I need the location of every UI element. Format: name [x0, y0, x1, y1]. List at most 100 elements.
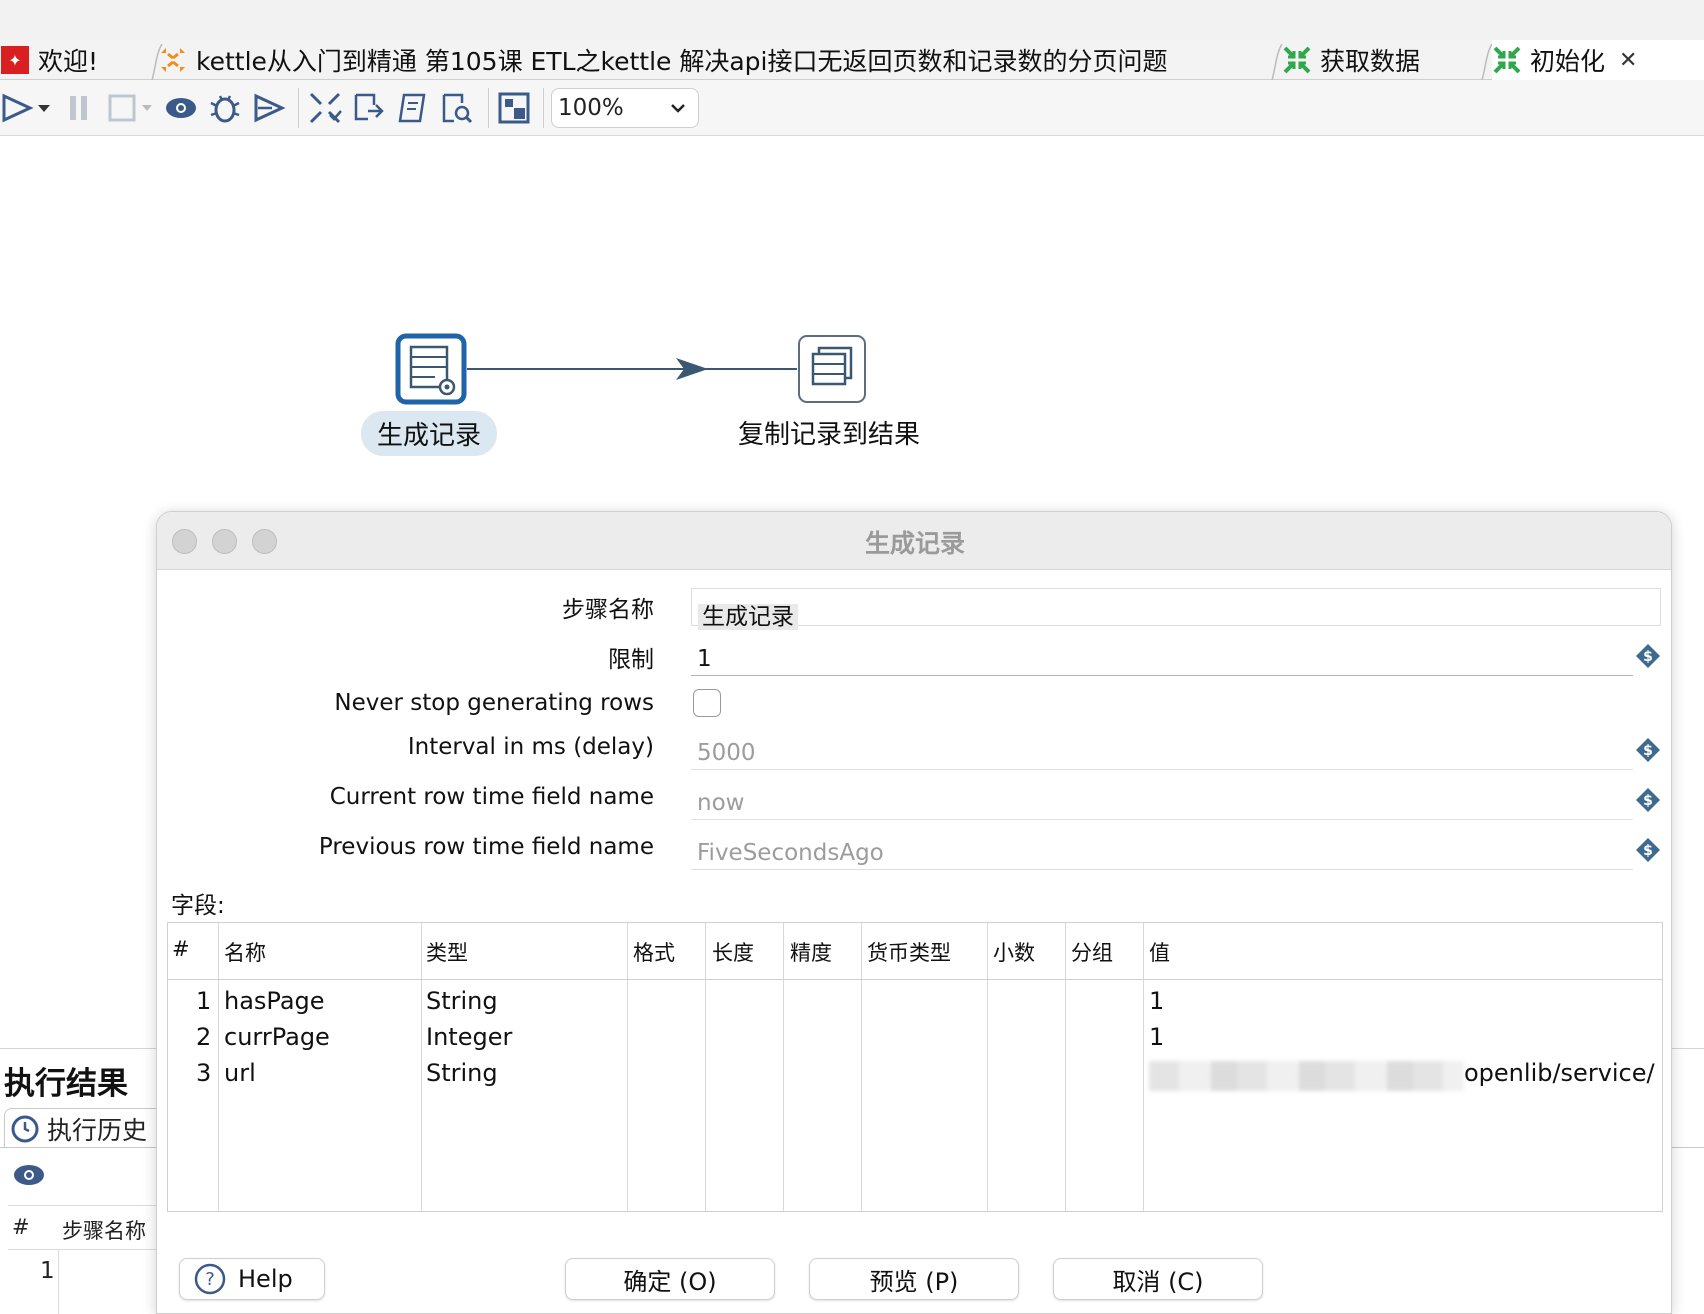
tab-label: 执行历史 [47, 1115, 148, 1145]
current-row-time-input[interactable]: now [691, 782, 1633, 820]
field-name-cell[interactable]: currPage [224, 1023, 330, 1051]
row-number: 2 [196, 1023, 212, 1051]
field-name-cell[interactable]: hasPage [224, 987, 325, 1015]
svg-text:$: $ [1643, 649, 1653, 665]
zoom-value: 100% [558, 95, 624, 121]
previous-row-time-input[interactable]: FiveSecondsAgo [691, 832, 1633, 870]
tab-close-icon[interactable]: ✕ [1619, 48, 1637, 73]
column-header[interactable]: 名称 [224, 937, 266, 967]
verify-icon[interactable] [308, 91, 342, 125]
limit-input[interactable]: 1 [691, 638, 1633, 676]
impact-icon[interactable] [352, 91, 386, 125]
tab-get-data[interactable]: 获取数据 [1282, 40, 1482, 80]
table-row[interactable]: 2 currPage Integer 1 [168, 1023, 1662, 1059]
tab-job-lesson-105[interactable]: kettle从入门到精通 第105课 ETL之kettle 解决api接口无返回… [158, 40, 1274, 80]
column-header[interactable]: 货币类型 [867, 937, 951, 967]
job-icon [161, 48, 185, 72]
help-button-label: Help [238, 1265, 293, 1293]
window-top-strip [0, 0, 1704, 40]
variable-icon[interactable]: $ [1635, 643, 1661, 669]
field-type-cell[interactable]: String [426, 987, 498, 1015]
tab-bar: ✦ 欢迎! kettle从入门到精通 第105课 ETL之kettle 解决ap… [0, 40, 1704, 80]
variable-icon[interactable]: $ [1635, 837, 1661, 863]
results-column-line [58, 1250, 59, 1314]
step-label-generate-rows[interactable]: 生成记录 [361, 411, 498, 456]
svg-text:$: $ [1643, 843, 1653, 859]
column-header[interactable]: 格式 [633, 937, 675, 967]
stop-dropdown-icon[interactable] [140, 91, 154, 125]
row-number: 3 [196, 1059, 212, 1087]
step-name-input[interactable]: 生成记录 [691, 588, 1661, 630]
column-header[interactable]: # [172, 937, 190, 961]
previous-row-time-label: Previous row time field name [318, 834, 654, 860]
preview-icon[interactable] [12, 1163, 46, 1187]
tab-label: 获取数据 [1320, 47, 1421, 76]
run-icon[interactable] [0, 91, 34, 125]
toolbar: 100% [0, 80, 1704, 136]
toolbar-separator [543, 88, 544, 128]
tab-execution-history[interactable]: 执行历史 [4, 1108, 164, 1148]
tab-welcome[interactable]: ✦ 欢迎! [0, 40, 150, 80]
transformation-icon [1283, 46, 1311, 74]
field-type-cell[interactable]: Integer [426, 1023, 512, 1051]
preview-button[interactable]: 预览 (P) [809, 1258, 1019, 1300]
run-dropdown-icon[interactable] [36, 91, 52, 125]
column-header[interactable]: 类型 [426, 937, 468, 967]
svg-text:$: $ [1643, 743, 1653, 759]
tab-init[interactable]: 初始化 ✕ [1492, 40, 1704, 80]
tab-label: kettle从入门到精通 第105课 ETL之kettle 解决api接口无返回… [196, 47, 1168, 76]
field-name-cell[interactable]: url [224, 1059, 256, 1087]
table-row[interactable]: 3 url String openlib/service/ [168, 1059, 1662, 1095]
welcome-icon: ✦ [1, 46, 29, 74]
never-stop-checkbox[interactable] [693, 689, 721, 717]
column-header[interactable]: 值 [1149, 937, 1170, 967]
chevron-down-icon [666, 96, 690, 120]
field-value-cell[interactable]: openlib/service/ [1464, 1059, 1655, 1087]
variable-icon[interactable]: $ [1635, 787, 1661, 813]
results-panel-title: 执行结果 [4, 1066, 128, 1102]
svg-text:✦: ✦ [8, 51, 21, 70]
column-header[interactable]: 分组 [1071, 937, 1113, 967]
field-value-cell[interactable]: 1 [1149, 1023, 1164, 1051]
dialog-title: 生成记录 [864, 529, 965, 558]
clock-icon [11, 1115, 39, 1142]
dialog-titlebar: 生成记录 [157, 512, 1671, 570]
debug-icon[interactable] [208, 91, 242, 125]
copy-rows-to-result-icon[interactable] [797, 334, 867, 404]
interval-input[interactable]: 5000 [691, 732, 1633, 770]
ok-button[interactable]: 确定 (O) [565, 1258, 775, 1300]
pause-icon[interactable] [62, 91, 96, 125]
show-results-icon[interactable] [497, 91, 531, 125]
variable-icon[interactable]: $ [1635, 737, 1661, 763]
step-name-value: 生成记录 [698, 604, 798, 630]
row-number: 1 [196, 987, 212, 1015]
replay-icon[interactable] [252, 91, 286, 125]
column-header[interactable]: 长度 [712, 937, 754, 967]
zoom-select[interactable]: 100% [551, 88, 699, 128]
tab-label: 初始化 [1530, 47, 1606, 76]
toolbar-separator [298, 88, 299, 128]
preview-icon[interactable] [164, 91, 198, 125]
step-name-label: 步骤名称 [562, 597, 654, 623]
help-button[interactable]: ? Help [179, 1258, 325, 1300]
step-label-copy-rows-to-result[interactable]: 复制记录到结果 [738, 414, 920, 451]
field-value-cell[interactable]: 1 [1149, 987, 1164, 1015]
sql-icon[interactable] [396, 91, 430, 125]
interval-label: Interval in ms (delay) [407, 734, 654, 760]
fields-table: # 名称 类型 格式 长度 精度 货币类型 小数 分组 值 1 hasPage … [167, 922, 1663, 1212]
column-header[interactable]: 小数 [993, 937, 1035, 967]
table-row[interactable]: 1 hasPage String 1 [168, 987, 1662, 1023]
column-header: 步骤名称 [62, 1219, 146, 1243]
results-table-header: # 步骤名称 [8, 1205, 168, 1250]
explore-db-icon[interactable] [440, 91, 474, 125]
stop-icon[interactable] [106, 91, 140, 125]
field-type-cell[interactable]: String [426, 1059, 498, 1087]
never-stop-label: Never stop generating rows [334, 690, 654, 716]
svg-text:?: ? [205, 1269, 215, 1290]
generate-rows-icon[interactable] [395, 333, 467, 405]
fields-label: 字段: [171, 893, 225, 919]
redacted-url-blur [1149, 1061, 1464, 1091]
cancel-button[interactable]: 取消 (C) [1053, 1258, 1263, 1300]
svg-text:$: $ [1643, 793, 1653, 809]
column-header[interactable]: 精度 [790, 937, 832, 967]
